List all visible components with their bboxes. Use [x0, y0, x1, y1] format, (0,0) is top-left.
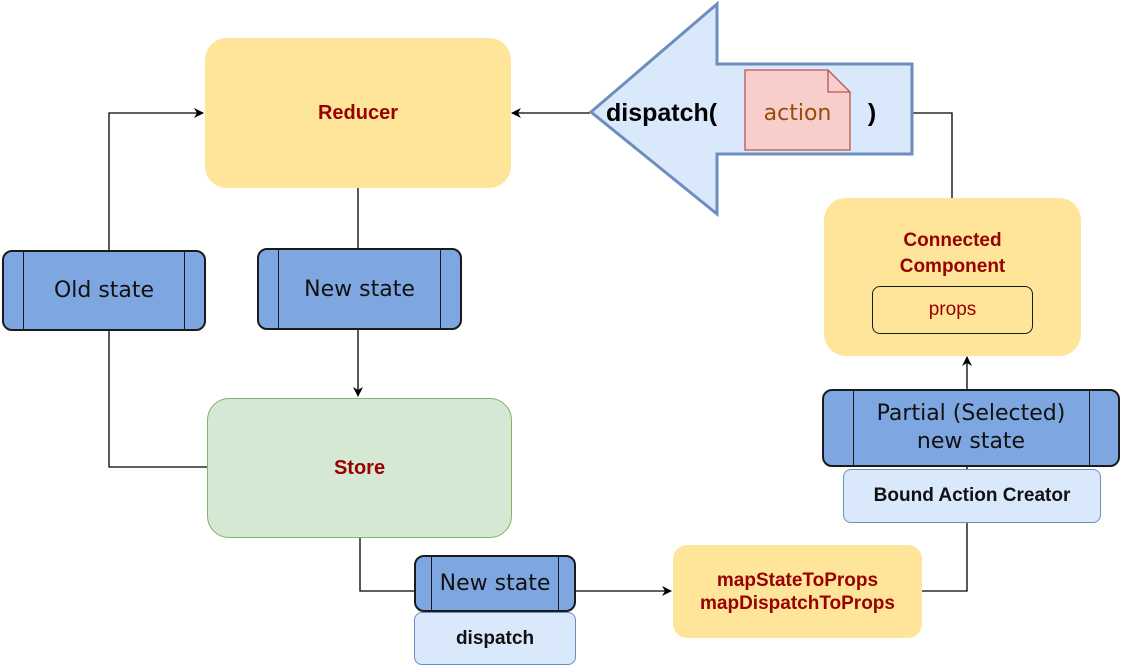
action-label: action — [763, 100, 832, 126]
process-bar — [184, 252, 185, 329]
map-dispatch-to-props-label: mapDispatchToProps — [700, 592, 895, 614]
props-node: props — [872, 286, 1033, 334]
bound-action-creator-label: Bound Action Creator — [873, 485, 1071, 506]
new-state-node-top: New state — [257, 248, 462, 330]
dispatch-label: dispatch — [455, 627, 535, 649]
partial-state-node: Partial (Selected) new state — [822, 389, 1120, 467]
new-state-label: New state — [439, 571, 551, 596]
connected-component-line1: Connected — [903, 230, 1002, 251]
props-label: props — [928, 299, 977, 320]
store-node: Store — [207, 398, 512, 538]
new-state-label: New state — [304, 276, 415, 302]
dispatch-call-prefix: dispatch( — [606, 95, 736, 131]
action-label-box: action — [745, 92, 850, 134]
process-bar — [23, 252, 24, 329]
old-state-node: Old state — [2, 250, 206, 331]
partial-state-line1: Partial (Selected) — [876, 401, 1066, 426]
reducer-node: Reducer — [205, 38, 511, 188]
process-bar — [558, 557, 559, 610]
connected-component-line2: Component — [899, 256, 1006, 277]
process-bar — [278, 250, 279, 328]
process-bar — [440, 250, 441, 328]
dispatch-node: dispatch — [414, 612, 576, 665]
process-bar — [1089, 391, 1090, 465]
map-state-to-props-label: mapStateToProps — [716, 569, 879, 591]
store-label: Store — [333, 457, 386, 479]
dispatch-prefix-text: dispatch( — [606, 98, 718, 127]
old-state-label: Old state — [53, 278, 155, 303]
edge-component-to-dispatch — [913, 112, 953, 198]
new-state-node-bottom: New state — [414, 555, 576, 612]
dispatch-call-suffix: ) — [862, 95, 882, 131]
process-bar — [853, 391, 854, 465]
dispatch-suffix-text: ) — [867, 98, 877, 127]
partial-state-line2: new state — [916, 429, 1026, 454]
process-bar — [431, 557, 432, 610]
reducer-label: Reducer — [317, 102, 399, 124]
bound-action-creator-node: Bound Action Creator — [843, 469, 1101, 523]
map-to-props-node: mapStateToProps mapDispatchToProps — [673, 545, 922, 638]
